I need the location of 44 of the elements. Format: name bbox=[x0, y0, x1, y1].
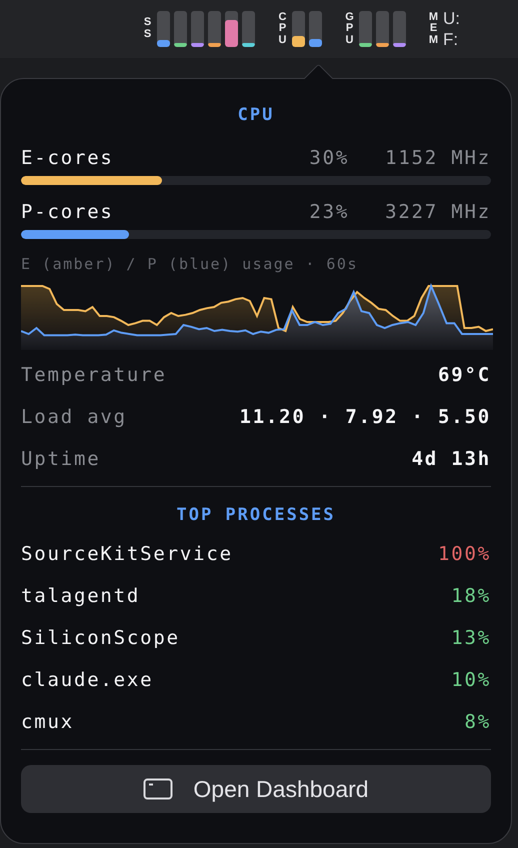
process-name: claude.exe bbox=[21, 668, 154, 693]
process-name: cmux bbox=[21, 710, 74, 735]
core-name: P-cores bbox=[21, 200, 114, 225]
meter-label: SS bbox=[142, 17, 152, 41]
section-title: CPU bbox=[236, 104, 276, 127]
meter-bar[interactable] bbox=[242, 11, 255, 47]
process-name: SiliconScope bbox=[21, 626, 180, 651]
process-usage: 18% bbox=[451, 584, 491, 609]
stat-value: 11.20 · 7.92 · 5.50 bbox=[239, 405, 491, 430]
core-usage: 30% bbox=[309, 146, 350, 171]
process-usage: 13% bbox=[451, 626, 491, 651]
core-frequency: 3227 MHz bbox=[385, 200, 491, 225]
meter-label: MEM bbox=[428, 12, 439, 46]
core-frequency: 1152 MHz bbox=[385, 146, 491, 171]
meter-bar[interactable] bbox=[208, 11, 221, 47]
process-usage: 100% bbox=[438, 542, 491, 567]
meter-bar[interactable] bbox=[393, 11, 406, 47]
process-usage: 8% bbox=[464, 710, 491, 735]
stat-label: Load avg bbox=[21, 405, 127, 430]
meter-bar[interactable] bbox=[157, 11, 170, 47]
process-name: SourceKitService bbox=[21, 542, 233, 567]
meter-bar[interactable] bbox=[359, 11, 372, 47]
process-usage: 10% bbox=[451, 668, 491, 693]
core-usage: 23% bbox=[309, 200, 350, 225]
meter-bar[interactable] bbox=[225, 11, 238, 47]
meter-label: GPU bbox=[344, 12, 355, 46]
meter-bar[interactable] bbox=[309, 11, 322, 47]
meter-bar[interactable] bbox=[292, 11, 305, 47]
window-icon bbox=[143, 778, 174, 800]
stat-value: 69°C bbox=[438, 363, 491, 388]
meter-label: CPU bbox=[278, 12, 288, 46]
meter-bar[interactable] bbox=[191, 11, 204, 47]
stat-label: Uptime bbox=[21, 447, 100, 472]
meter-bar[interactable] bbox=[174, 11, 187, 47]
memory-label: F: bbox=[443, 31, 460, 48]
open-dashboard-button[interactable]: Open Dashboard bbox=[21, 765, 491, 813]
core-name: E-cores bbox=[21, 146, 114, 171]
section-title: TOP PROCESSES bbox=[175, 504, 337, 527]
stat-label: Temperature bbox=[21, 363, 167, 388]
process-name: talagentd bbox=[21, 584, 140, 609]
meter-bar[interactable] bbox=[376, 11, 389, 47]
chart-caption: E (amber) / P (blue) usage · 60s bbox=[21, 254, 359, 274]
stat-value: 4d 13h bbox=[412, 447, 491, 472]
memory-label: U: bbox=[443, 10, 460, 27]
